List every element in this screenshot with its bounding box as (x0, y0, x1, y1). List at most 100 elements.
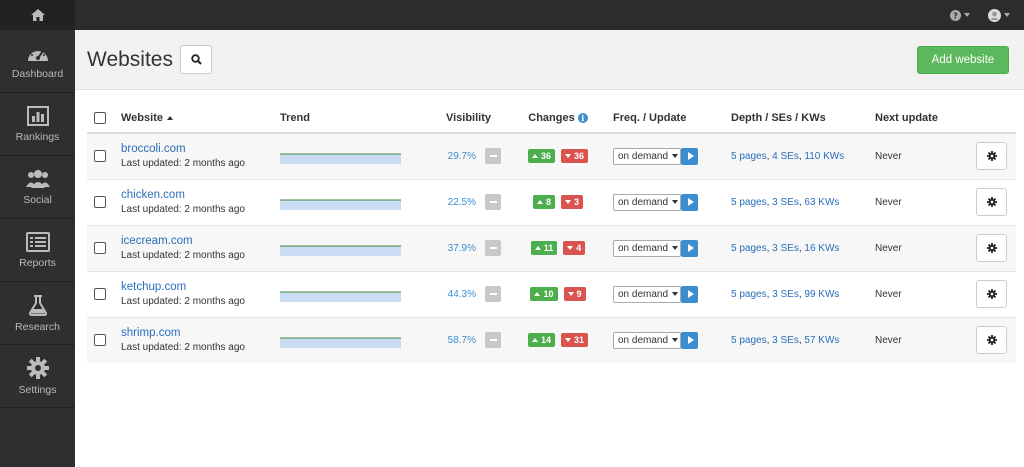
changes-down-badge[interactable]: 4 (563, 241, 586, 255)
frequency-select[interactable]: on demand (613, 147, 681, 165)
play-icon (687, 198, 694, 206)
changes-down-badge[interactable]: 31 (561, 333, 589, 348)
row-settings-button[interactable] (976, 234, 1007, 262)
website-link[interactable]: ketchup.com (121, 281, 280, 293)
websites-table: Website Trend Visibility Changes i Freq. … (87, 103, 1016, 363)
info-icon[interactable]: i (577, 112, 588, 123)
pages-link[interactable]: 5 pages (731, 289, 767, 300)
visibility-value[interactable]: 22.5% (448, 197, 476, 208)
row-settings-button[interactable] (976, 142, 1007, 171)
website-link[interactable]: broccoli.com (121, 143, 280, 155)
gear-icon (986, 335, 997, 346)
changes-down-count: 9 (576, 289, 582, 299)
remove-visibility-button[interactable] (485, 286, 501, 302)
changes-up-badge[interactable]: 36 (527, 149, 555, 164)
add-website-button[interactable]: Add website (917, 46, 1009, 74)
changes-up-badge[interactable]: 8 (532, 195, 555, 209)
home-button[interactable] (0, 0, 75, 30)
frequency-value: on demand (618, 334, 669, 346)
pages-link[interactable]: 5 pages (731, 243, 767, 254)
visibility-value[interactable]: 29.7% (448, 151, 476, 162)
row-checkbox[interactable] (94, 288, 106, 300)
svg-text:?: ? (953, 11, 958, 20)
run-update-button[interactable] (681, 331, 698, 349)
arrow-up-icon (531, 154, 538, 159)
run-update-button[interactable] (681, 285, 698, 303)
sparkline-area (280, 292, 401, 302)
visibility-value[interactable]: 58.7% (448, 335, 476, 346)
website-link[interactable]: chicken.com (121, 189, 280, 201)
row-checkbox[interactable] (94, 334, 106, 347)
remove-visibility-button[interactable] (485, 148, 501, 165)
search-button[interactable] (180, 45, 212, 74)
ses-link[interactable]: 3 SEs (772, 289, 799, 300)
sidebar-item-rankings[interactable]: Rankings (0, 93, 75, 156)
row-checkbox[interactable] (94, 150, 106, 163)
website-link[interactable]: icecream.com (121, 235, 280, 247)
select-all-checkbox[interactable] (94, 111, 106, 124)
pages-link[interactable]: 5 pages (731, 335, 767, 346)
visibility-value[interactable]: 37.9% (448, 243, 476, 254)
run-update-button[interactable] (681, 193, 698, 211)
remove-visibility-button[interactable] (485, 240, 501, 256)
frequency-select[interactable]: on demand (613, 239, 681, 257)
changes-up-count: 36 (540, 151, 551, 162)
last-updated-text: Last updated: 2 months ago (121, 342, 245, 354)
help-icon: ? (950, 9, 961, 21)
chevron-down-icon (672, 200, 679, 204)
remove-visibility-button[interactable] (485, 194, 501, 210)
pages-link[interactable]: 5 pages (731, 151, 767, 162)
frequency-select[interactable]: on demand (613, 193, 681, 211)
kws-link[interactable]: 99 KWs (804, 289, 839, 300)
next-update-value: Never (875, 196, 902, 208)
sidebar-item-research[interactable]: Research (0, 282, 75, 345)
ses-link[interactable]: 4 SEs (772, 151, 799, 162)
run-update-button[interactable] (681, 239, 698, 257)
changes-down-badge[interactable]: 9 (563, 287, 586, 301)
minus-icon (489, 339, 497, 342)
gear-icon (26, 356, 49, 379)
kws-link[interactable]: 57 KWs (804, 335, 839, 346)
sidebar: Dashboard Rankings Social Reports Resear… (0, 30, 75, 467)
row-settings-button[interactable] (976, 188, 1007, 216)
sidebar-item-settings[interactable]: Settings (0, 345, 75, 408)
minus-icon (489, 201, 497, 203)
minus-icon (489, 247, 497, 249)
sidebar-item-dashboard[interactable]: Dashboard (0, 30, 75, 93)
help-menu[interactable]: ? (950, 9, 970, 21)
row-checkbox[interactable] (94, 196, 106, 208)
kws-link[interactable]: 16 KWs (804, 243, 839, 254)
frequency-select[interactable]: on demand (613, 331, 681, 349)
next-update-value: Never (875, 150, 902, 162)
changes-down-badge[interactable]: 3 (561, 195, 584, 209)
column-website[interactable]: Website (121, 103, 280, 134)
next-update-value: Never (875, 242, 902, 254)
ses-link[interactable]: 3 SEs (772, 243, 799, 254)
changes-down-badge[interactable]: 36 (561, 149, 589, 164)
remove-visibility-button[interactable] (485, 332, 501, 349)
last-updated-text: Last updated: 2 months ago (121, 158, 245, 170)
pages-link[interactable]: 5 pages (731, 197, 767, 208)
changes-up-badge[interactable]: 11 (530, 241, 558, 255)
ses-link[interactable]: 3 SEs (772, 197, 799, 208)
visibility-value[interactable]: 44.3% (448, 289, 476, 300)
website-link[interactable]: shrimp.com (121, 327, 280, 339)
kws-link[interactable]: 110 KWs (804, 151, 844, 162)
row-settings-button[interactable] (976, 280, 1007, 308)
ses-link[interactable]: 3 SEs (772, 335, 799, 346)
row-checkbox[interactable] (94, 242, 106, 254)
changes-up-badge[interactable]: 10 (530, 287, 558, 301)
kws-link[interactable]: 63 KWs (804, 197, 839, 208)
top-bar: ? (0, 0, 1024, 30)
changes-up-badge[interactable]: 14 (527, 333, 555, 348)
sidebar-item-social[interactable]: Social (0, 156, 75, 219)
column-depth: Depth / SEs / KWs (731, 103, 875, 134)
frequency-select[interactable]: on demand (613, 285, 681, 303)
table-row: shrimp.com Last updated: 2 months ago 58… (87, 316, 1016, 363)
row-settings-button[interactable] (976, 326, 1007, 355)
sparkline-area (280, 338, 401, 349)
user-menu[interactable] (988, 8, 1010, 22)
run-update-button[interactable] (681, 147, 698, 165)
sidebar-item-reports[interactable]: Reports (0, 219, 75, 282)
sidebar-item-label: Research (15, 320, 60, 333)
